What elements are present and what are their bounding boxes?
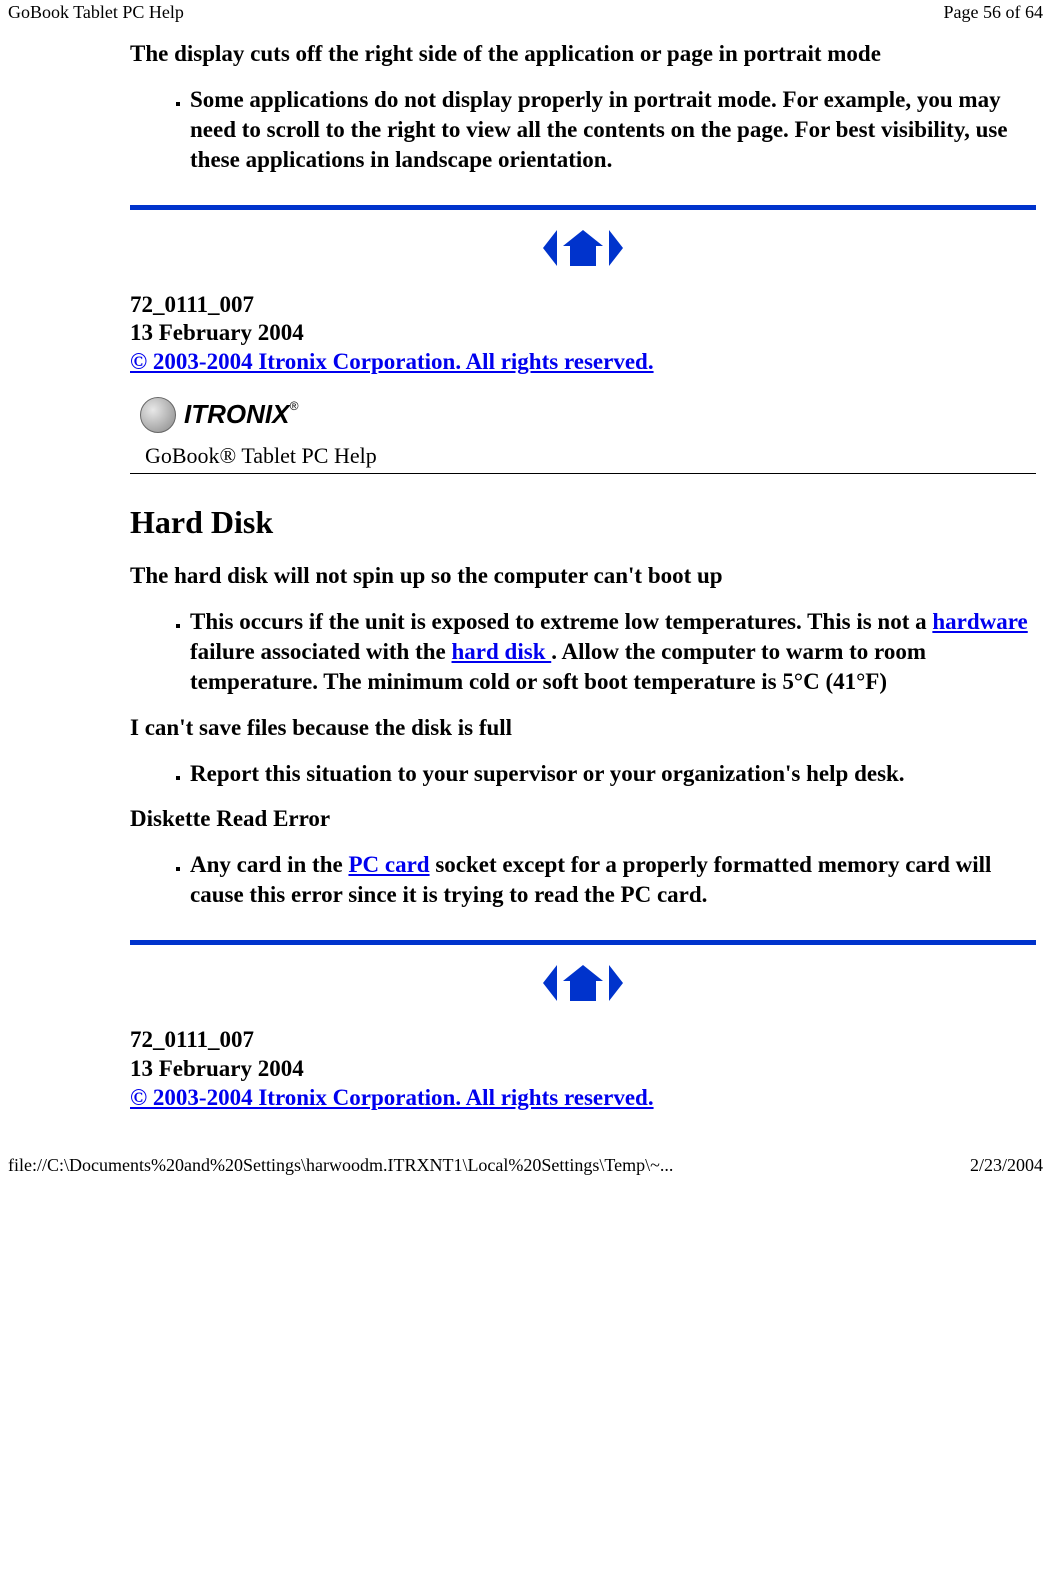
main-content: The display cuts off the right side of t… <box>130 41 1036 1113</box>
bullet-list-boot: This occurs if the unit is exposed to ex… <box>130 607 1036 697</box>
doc-date: 13 February 2004 <box>130 319 1036 348</box>
issue-display-cutoff: The display cuts off the right side of t… <box>130 41 1036 67</box>
list-item: Some applications do not display properl… <box>190 85 1036 175</box>
hardware-link[interactable]: hardware <box>932 609 1027 634</box>
next-icon[interactable] <box>609 230 623 266</box>
heading-hard-disk: Hard Disk <box>130 504 1036 541</box>
doc-info-block-2: 72_0111_007 13 February 2004 © 2003-2004… <box>130 1026 1036 1112</box>
pc-card-link[interactable]: PC card <box>348 852 429 877</box>
header-title: GoBook Tablet PC Help <box>8 2 184 23</box>
home-icon[interactable] <box>563 230 603 266</box>
doc-info-block: 72_0111_007 13 February 2004 © 2003-2004… <box>130 291 1036 377</box>
logo-section: ITRONIX® <box>140 397 1036 433</box>
prev-icon[interactable] <box>543 965 557 1001</box>
doc-code: 72_0111_007 <box>130 1026 1036 1055</box>
list-item: Report this situation to your supervisor… <box>190 759 1036 789</box>
bullet-list-1: Some applications do not display properl… <box>130 85 1036 175</box>
issue-diskette: Diskette Read Error <box>130 806 1036 832</box>
separator-line <box>130 205 1036 210</box>
next-icon[interactable] <box>609 965 623 1001</box>
copyright-link[interactable]: © 2003-2004 Itronix Corporation. All rig… <box>130 1085 654 1110</box>
doc-code: 72_0111_007 <box>130 291 1036 320</box>
issue-disk-full: I can't save files because the disk is f… <box>130 715 1036 741</box>
footer-date: 2/23/2004 <box>970 1155 1043 1176</box>
logo-text: ITRONIX® <box>184 399 298 430</box>
prev-icon[interactable] <box>543 230 557 266</box>
header-page-info: Page 56 of 64 <box>944 2 1043 23</box>
nav-icons <box>130 230 1036 271</box>
doc-date: 13 February 2004 <box>130 1055 1036 1084</box>
bullet-list-diskette: Any card in the PC card socket except fo… <box>130 850 1036 910</box>
footer-path: file://C:\Documents%20and%20Settings\har… <box>8 1155 673 1176</box>
separator-line-2 <box>130 940 1036 945</box>
page-footer: file://C:\Documents%20and%20Settings\har… <box>0 1153 1051 1178</box>
copyright-link[interactable]: © 2003-2004 Itronix Corporation. All rig… <box>130 349 654 374</box>
home-icon[interactable] <box>563 965 603 1001</box>
list-item: Any card in the PC card socket except fo… <box>190 850 1036 910</box>
hard-disk-link[interactable]: hard disk <box>452 639 552 664</box>
nav-icons-2 <box>130 965 1036 1006</box>
brand-line: GoBook® Tablet PC Help <box>145 443 1036 469</box>
globe-icon <box>140 397 176 433</box>
brand-underline <box>130 473 1036 474</box>
issue-boot: The hard disk will not spin up so the co… <box>130 563 1036 589</box>
list-item: This occurs if the unit is exposed to ex… <box>190 607 1036 697</box>
page-header: GoBook Tablet PC Help Page 56 of 64 <box>0 0 1051 25</box>
bullet-list-full: Report this situation to your supervisor… <box>130 759 1036 789</box>
